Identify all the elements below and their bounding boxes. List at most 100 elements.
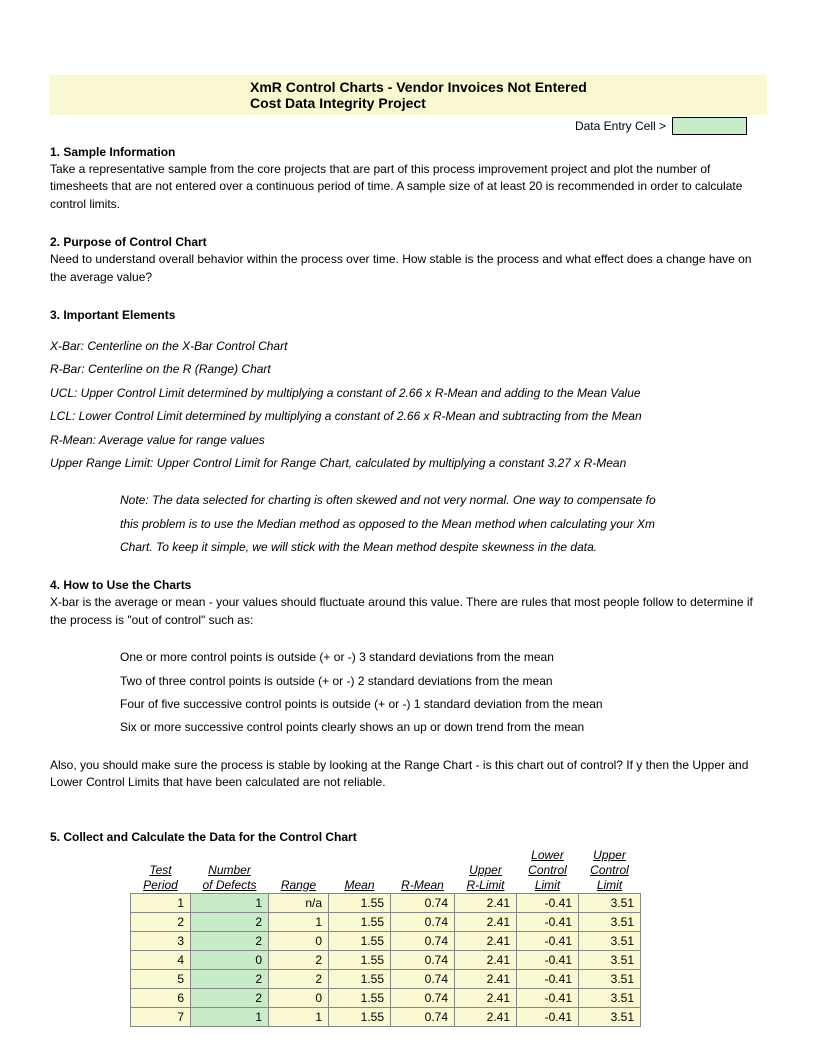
table-cell: -0.41 xyxy=(517,1007,579,1026)
table-cell: 3.51 xyxy=(579,912,641,931)
table-cell: 5 xyxy=(131,969,191,988)
col-header-period: TestPeriod xyxy=(131,848,191,894)
section-3-line-2: R-Bar: Centerline on the R (Range) Chart xyxy=(50,361,767,378)
table-cell: 0.74 xyxy=(391,912,455,931)
table-cell: 1.55 xyxy=(329,969,391,988)
table-cell: 1.55 xyxy=(329,931,391,950)
data-entry-cell[interactable]: 2 xyxy=(191,912,269,931)
table-cell: -0.41 xyxy=(517,988,579,1007)
table-cell: 1.55 xyxy=(329,893,391,912)
section-3-line-1: X-Bar: Centerline on the X-Bar Control C… xyxy=(50,338,767,355)
col-header-urlimit: UpperR-Limit xyxy=(455,848,517,894)
table-cell: 2.41 xyxy=(455,912,517,931)
col-header-lcl: LowerControlLimit xyxy=(517,848,579,894)
header-band: XmR Control Charts - Vendor Invoices Not… xyxy=(50,75,767,115)
table-cell: 0.74 xyxy=(391,893,455,912)
table-cell: 0.74 xyxy=(391,1007,455,1026)
table-cell: -0.41 xyxy=(517,950,579,969)
section-3-title: 3. Important Elements xyxy=(50,308,767,322)
table-cell: 2 xyxy=(269,969,329,988)
section-3-line-3: UCL: Upper Control Limit determined by m… xyxy=(50,385,767,402)
table-cell: 3.51 xyxy=(579,893,641,912)
table-cell: 3.51 xyxy=(579,931,641,950)
table-row: 6201.550.742.41-0.413.51 xyxy=(131,988,641,1007)
table-cell: 2.41 xyxy=(455,988,517,1007)
table-cell: 3.51 xyxy=(579,969,641,988)
table-cell: 1 xyxy=(269,912,329,931)
legend-label: Data Entry Cell > xyxy=(575,119,666,133)
table-cell: 6 xyxy=(131,988,191,1007)
section-4-rule-1: One or more control points is outside (+… xyxy=(120,649,767,666)
section-3-line-6: Upper Range Limit: Upper Control Limit f… xyxy=(50,455,767,472)
data-entry-cell[interactable]: 2 xyxy=(191,969,269,988)
table-cell: 0.74 xyxy=(391,969,455,988)
table-cell: 1.55 xyxy=(329,912,391,931)
col-header-ucl: UpperControlLimit xyxy=(579,848,641,894)
table-cell: 3.51 xyxy=(579,950,641,969)
table-cell: 2.41 xyxy=(455,931,517,950)
data-entry-cell[interactable]: 1 xyxy=(191,893,269,912)
data-entry-cell[interactable]: 2 xyxy=(191,988,269,1007)
table-cell: 3 xyxy=(131,931,191,950)
section-3-note-3: Chart. To keep it simple, we will stick … xyxy=(120,539,767,556)
table-cell: -0.41 xyxy=(517,931,579,950)
data-entry-cell[interactable]: 2 xyxy=(191,931,269,950)
table-cell: 3.51 xyxy=(579,988,641,1007)
section-3-note-1: Note: The data selected for charting is … xyxy=(120,492,767,509)
section-4-rule-4: Six or more successive control points cl… xyxy=(120,719,767,736)
table-cell: 0 xyxy=(269,988,329,1007)
table-cell: -0.41 xyxy=(517,893,579,912)
table-cell: 1 xyxy=(269,1007,329,1026)
table-cell: -0.41 xyxy=(517,912,579,931)
table-cell: 1.55 xyxy=(329,1007,391,1026)
section-5-title: 5. Collect and Calculate the Data for th… xyxy=(50,830,767,844)
table-cell: 2.41 xyxy=(455,969,517,988)
table-cell: 1.55 xyxy=(329,950,391,969)
table-header-row: TestPeriod Numberof Defects Range Mean R… xyxy=(131,848,641,894)
data-entry-cell[interactable]: 1 xyxy=(191,1007,269,1026)
table-cell: 2 xyxy=(131,912,191,931)
table-cell: 3.51 xyxy=(579,1007,641,1026)
section-2-body: Need to understand overall behavior with… xyxy=(50,251,767,286)
section-3-note-2: this problem is to use the Median method… xyxy=(120,516,767,533)
section-4-title: 4. How to Use the Charts xyxy=(50,578,767,592)
col-header-mean: Mean xyxy=(329,848,391,894)
table-row: 2211.550.742.41-0.413.51 xyxy=(131,912,641,931)
section-4-body-2: Also, you should make sure the process i… xyxy=(50,757,767,792)
section-3-line-5: R-Mean: Average value for range values xyxy=(50,432,767,449)
table-cell: 2.41 xyxy=(455,1007,517,1026)
col-header-defects: Numberof Defects xyxy=(191,848,269,894)
section-3-line-4: LCL: Lower Control Limit determined by m… xyxy=(50,408,767,425)
table-row: 5221.550.742.41-0.413.51 xyxy=(131,969,641,988)
table-row: 7111.550.742.41-0.413.51 xyxy=(131,1007,641,1026)
table-row: 4021.550.742.41-0.413.51 xyxy=(131,950,641,969)
table-cell: 2.41 xyxy=(455,950,517,969)
section-1-body: Take a representative sample from the co… xyxy=(50,161,767,213)
table-cell: -0.41 xyxy=(517,969,579,988)
table-cell: 1.55 xyxy=(329,988,391,1007)
col-header-rmean: R-Mean xyxy=(391,848,455,894)
control-chart-table: TestPeriod Numberof Defects Range Mean R… xyxy=(130,848,641,1027)
legend-row: Data Entry Cell > xyxy=(50,117,767,135)
table-cell: 1 xyxy=(131,893,191,912)
section-1-title: 1. Sample Information xyxy=(50,145,767,159)
table-row: 3201.550.742.41-0.413.51 xyxy=(131,931,641,950)
section-2-title: 2. Purpose of Control Chart xyxy=(50,235,767,249)
data-entry-cell[interactable]: 0 xyxy=(191,950,269,969)
section-4-rule-2: Two of three control points is outside (… xyxy=(120,673,767,690)
table-row: 11n/a1.550.742.41-0.413.51 xyxy=(131,893,641,912)
section-4-rule-3: Four of five successive control points i… xyxy=(120,696,767,713)
table-cell: 4 xyxy=(131,950,191,969)
table-cell: 2.41 xyxy=(455,893,517,912)
table-cell: 7 xyxy=(131,1007,191,1026)
page-subtitle: Cost Data Integrity Project xyxy=(50,95,767,111)
page-title: XmR Control Charts - Vendor Invoices Not… xyxy=(50,79,767,95)
table-cell: 0.74 xyxy=(391,988,455,1007)
table-cell: n/a xyxy=(269,893,329,912)
table-cell: 0.74 xyxy=(391,950,455,969)
table-cell: 2 xyxy=(269,950,329,969)
data-entry-cell-swatch xyxy=(672,117,747,135)
col-header-range: Range xyxy=(269,848,329,894)
table-cell: 0.74 xyxy=(391,931,455,950)
section-4-body-1: X-bar is the average or mean - your valu… xyxy=(50,594,767,629)
